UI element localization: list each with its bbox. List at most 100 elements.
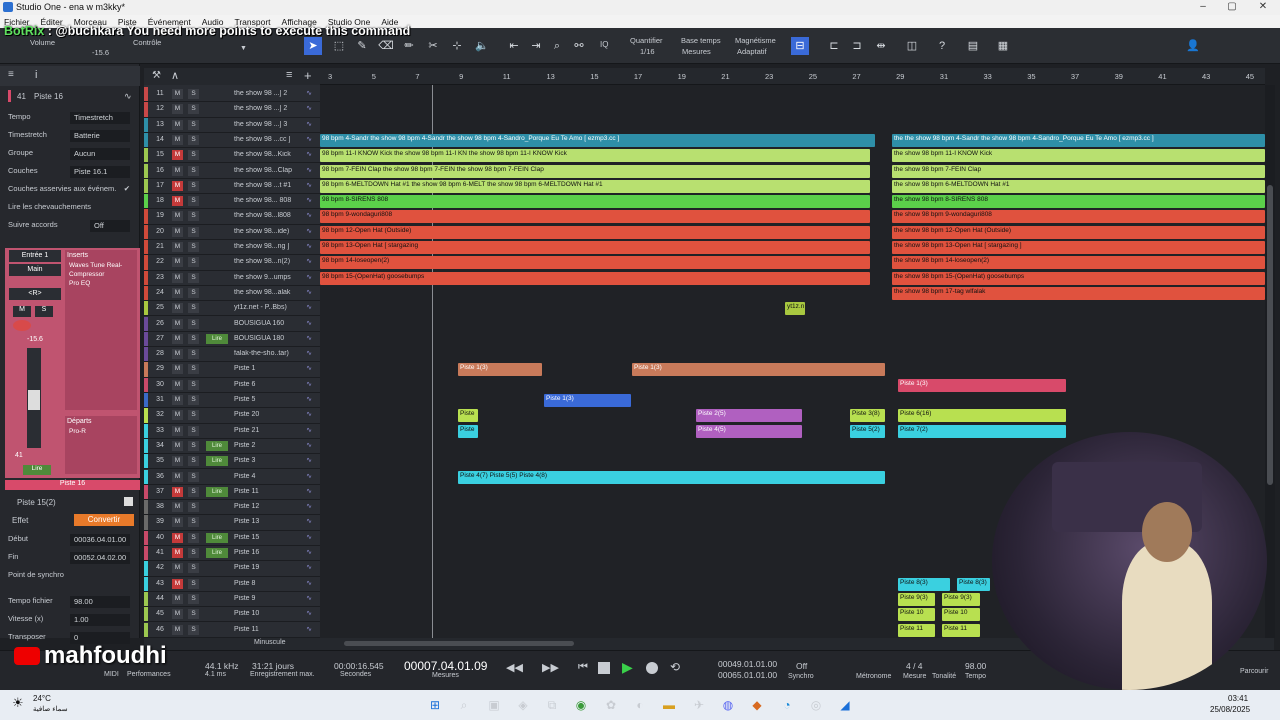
app-icon[interactable]: ⧉	[543, 696, 561, 714]
waveform-icon[interactable]: ∿	[306, 196, 312, 204]
audio-clip[interactable]: 98 bpm 6-MELTDOWN Hat #1 the show 98 bpm…	[320, 179, 870, 193]
waveform-icon[interactable]: ∿	[306, 181, 312, 189]
paint-tool-icon[interactable]: ✏	[400, 37, 418, 55]
rewind-icon[interactable]: ◀◀	[506, 661, 523, 674]
insert-slot[interactable]: Pro EQ	[65, 279, 137, 288]
waveform-icon[interactable]: ∿	[306, 426, 312, 434]
track-solo-button[interactable]: S	[188, 578, 199, 589]
track-solo-button[interactable]: S	[188, 211, 199, 222]
track-name[interactable]: the show 98 ...] 2	[234, 105, 300, 112]
bend-tool-icon[interactable]: ⊹	[448, 37, 466, 55]
track-name[interactable]: BOUSIGUA 180	[234, 335, 300, 342]
stop-icon[interactable]	[598, 662, 610, 674]
track-solo-button[interactable]: S	[188, 119, 199, 130]
add-track-icon[interactable]: +	[304, 68, 312, 83]
track-row[interactable]: 45 M S Piste 10 ∿	[144, 607, 320, 623]
track-name[interactable]: the show 9...umps	[234, 274, 300, 281]
waveform-icon[interactable]: ∿	[306, 135, 312, 143]
waveform-icon[interactable]: ∿	[306, 441, 312, 449]
track-name[interactable]: the show 98 ...cc ]	[234, 136, 300, 143]
track-solo-button[interactable]: S	[188, 410, 199, 421]
waveform-icon[interactable]: ∿	[306, 364, 312, 372]
split-tool-icon[interactable]: ✎	[353, 37, 371, 55]
iq-button[interactable]: IQ	[600, 40, 608, 49]
track-name[interactable]: the show 98...alak	[234, 289, 300, 296]
waveform-icon[interactable]: ∿	[306, 227, 312, 235]
waveform-icon[interactable]: ∿	[124, 91, 132, 102]
waveform-icon[interactable]: ∿	[306, 89, 312, 97]
audio-clip[interactable]: the show 98 bpm 15-(OpenHat) goosebumps	[892, 271, 1265, 285]
track-row[interactable]: 25 M Syt1z.net - P..Bbs) ∿	[144, 301, 320, 317]
mute-tool-icon[interactable]: ✂	[424, 37, 442, 55]
audio-clip[interactable]: 98 bpm 15-(OpenHat) goosebumps	[320, 271, 870, 285]
track-live-badge[interactable]: Lire	[206, 532, 228, 543]
track-name[interactable]: Piste 11	[234, 488, 300, 495]
track-solo-button[interactable]: S	[188, 150, 199, 161]
track-mute-button[interactable]: M	[172, 578, 183, 589]
track-row[interactable]: 29 M S Piste 1 ∿	[144, 362, 320, 378]
track-name[interactable]: the show 98 ...t #1	[234, 182, 300, 189]
waveform-icon[interactable]: ∿	[306, 487, 312, 495]
audio-clip[interactable]: Piste	[458, 409, 478, 423]
track-name[interactable]: the show 98...n(2)	[234, 258, 300, 265]
effet-label[interactable]: Effet	[12, 516, 28, 525]
track-name[interactable]: the show 98...Clap	[234, 167, 300, 174]
track-solo-button[interactable]: S	[188, 349, 199, 360]
arrow-tool-icon[interactable]: ➤	[304, 37, 322, 55]
insert-slot[interactable]: Waves Tune Real-	[65, 261, 137, 270]
snap-toggle-icon[interactable]: ⊟	[791, 37, 809, 55]
track-name[interactable]: the show 98...Kick	[234, 151, 300, 158]
track-name[interactable]: Piste 12	[234, 503, 300, 510]
waveform-icon[interactable]: ∿	[306, 517, 312, 525]
edge-icon[interactable]: ◔	[778, 696, 796, 714]
chrome-icon[interactable]: ◎	[807, 696, 825, 714]
waveform-icon[interactable]: ∿	[306, 563, 312, 571]
track-name[interactable]: the show 98... 808	[234, 197, 300, 204]
sync-value[interactable]: Off	[796, 661, 807, 671]
mute-button[interactable]: M	[13, 306, 31, 317]
track-row[interactable]: 43 M S Piste 8 ∿	[144, 576, 320, 592]
couches-row[interactable]: Couches Piste 16.1	[8, 166, 134, 182]
audio-clip[interactable]: Piste 10	[942, 608, 980, 622]
fader-handle[interactable]	[28, 390, 40, 410]
track-mute-button[interactable]: M	[172, 440, 183, 451]
audio-clip[interactable]: Piste 9(3)	[942, 592, 980, 606]
audio-clip[interactable]: 98 bpm 13-Open Hat [ stargazing	[320, 241, 870, 254]
automation-icon[interactable]: ∧	[171, 69, 179, 82]
convertir-button[interactable]: Convertir	[74, 514, 134, 526]
track-mute-button[interactable]: M	[172, 165, 183, 176]
track-row[interactable]: 11 M Sthe show 98 ...] 2 ∿	[144, 87, 320, 103]
track-row[interactable]: 39 M S Piste 13 ∿	[144, 515, 320, 531]
waveform-icon[interactable]: ∿	[306, 211, 312, 219]
range-tool-icon[interactable]: ⬚	[330, 37, 348, 55]
suivre-accords-row[interactable]: Suivre accords Off	[8, 220, 134, 236]
record-arm-icon[interactable]	[13, 320, 31, 331]
waveform-icon[interactable]: ∿	[306, 166, 312, 174]
track-row[interactable]: 44 M S Piste 9 ∿	[144, 591, 320, 608]
nudge-left-icon[interactable]: ⇤	[505, 37, 523, 55]
waveform-icon[interactable]: ∿	[306, 150, 312, 158]
track-row[interactable]: 30 M S Piste 6 ∿	[144, 377, 320, 393]
fin-row[interactable]: Fin 00052.04.02.00	[8, 552, 134, 568]
track-row[interactable]: 17 M Sthe show 98 ...t #1 ∿	[144, 178, 320, 195]
maximize-button[interactable]: ▢	[1225, 1, 1239, 12]
couches-asservies-row[interactable]: Couches asservies aux événem. ✔	[8, 184, 134, 200]
waveform-icon[interactable]: ∿	[306, 242, 312, 250]
track-mute-button[interactable]: M	[172, 119, 183, 130]
track-row[interactable]: 40 M S Lire Piste 15 ∿	[144, 530, 320, 546]
tempo-fichier-row[interactable]: Tempo fichier 98.00	[8, 596, 134, 612]
discord-icon[interactable]: ◍	[719, 696, 737, 714]
track-solo-button[interactable]: S	[188, 287, 199, 298]
parcourir-button[interactable]: Parcourir	[1240, 668, 1268, 675]
minimize-button[interactable]: –	[1196, 1, 1210, 12]
track-name[interactable]: Piste 13	[234, 518, 300, 525]
track-name[interactable]: the show 98 ...] 3	[234, 121, 300, 128]
event-color-icon[interactable]	[124, 497, 133, 506]
audio-clip[interactable]: Piste 9(3)	[898, 592, 935, 606]
forward-icon[interactable]: ▶▶	[542, 661, 559, 674]
track-name[interactable]: Piste 3	[234, 457, 300, 464]
track-row[interactable]: 28 M Sfalak-the-sho..tar) ∿	[144, 347, 320, 363]
signature-display[interactable]: 4 / 4	[906, 661, 923, 671]
console-icon[interactable]: ▤	[964, 37, 982, 55]
track-row[interactable]: 23 M Sthe show 9...umps ∿	[144, 270, 320, 286]
